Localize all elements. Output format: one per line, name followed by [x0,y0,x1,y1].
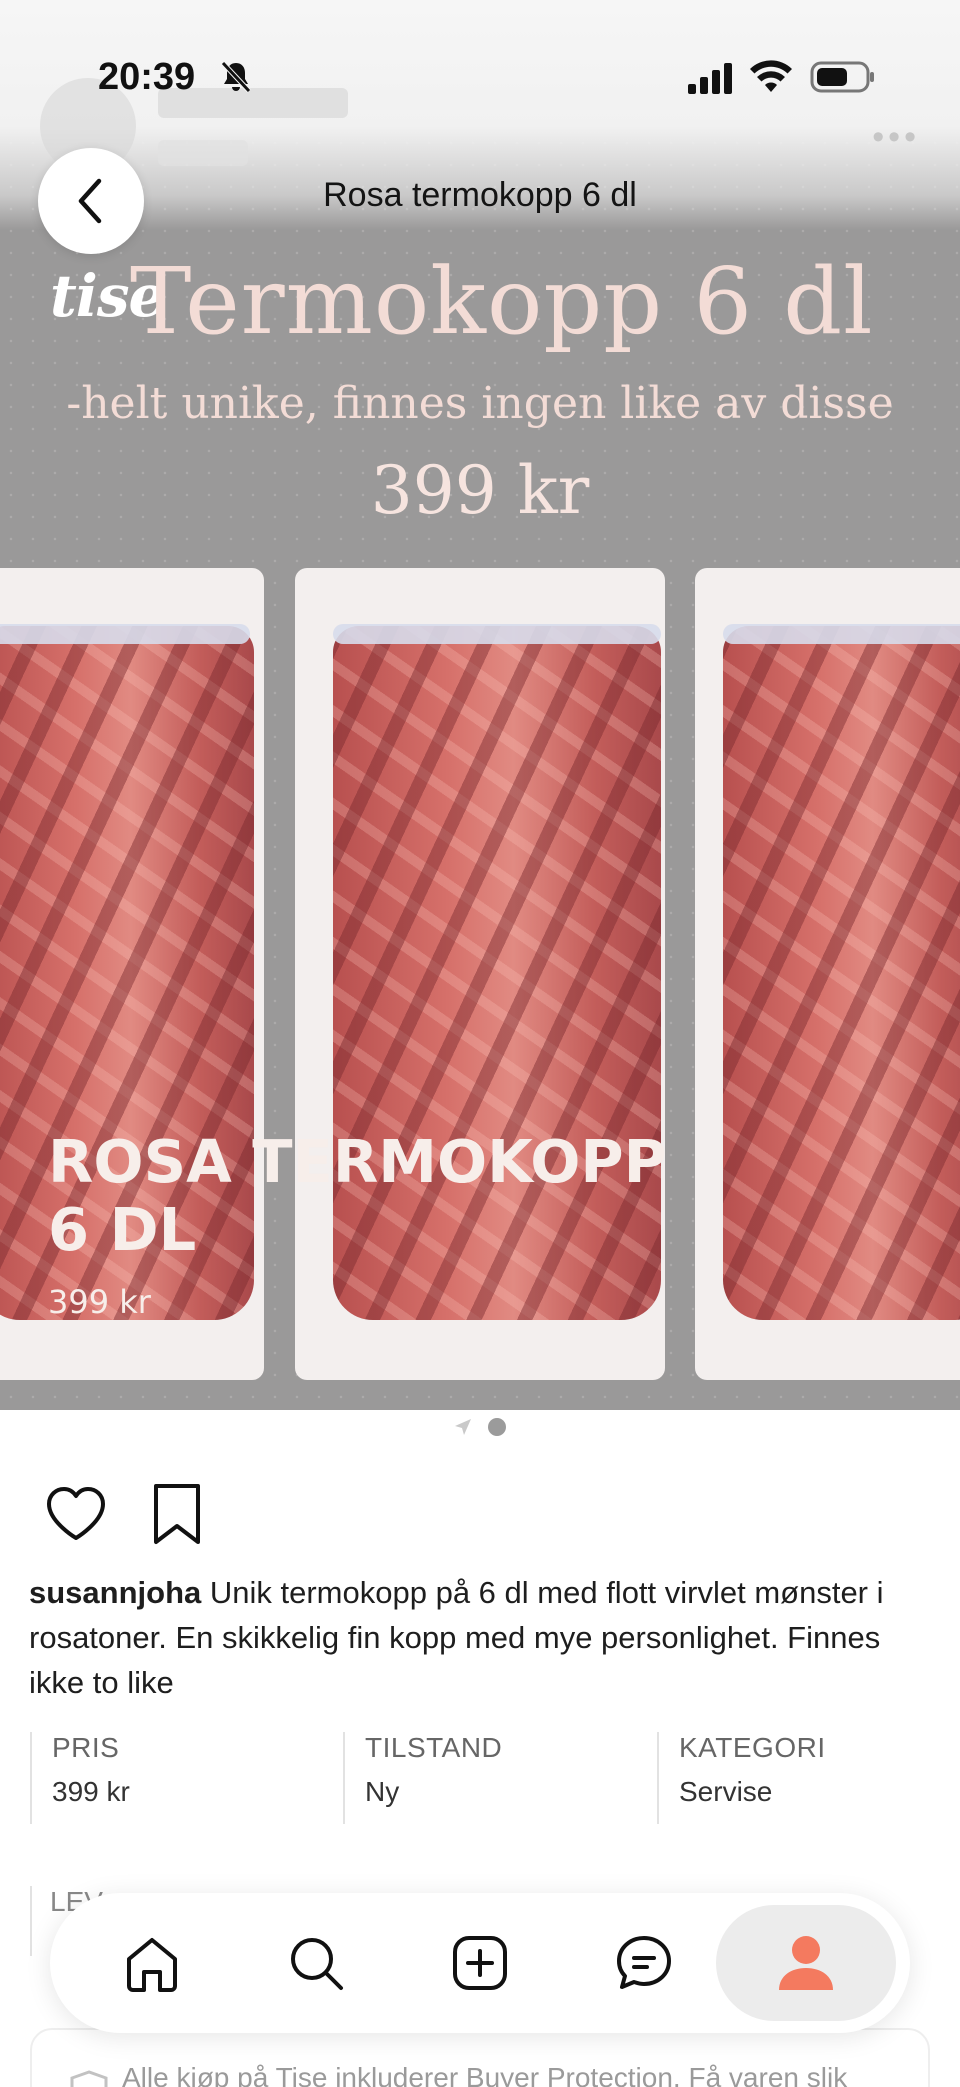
cup-lid-middle [333,624,661,644]
add-icon [453,1936,507,1990]
profile-icon [779,1936,833,1990]
location-arrow-icon [455,1419,471,1435]
chat-icon [617,1936,671,1989]
buyer-protection-text: Alle kjøp på Tise inkluderer Buyer Prote… [122,2062,848,2087]
battery-icon [810,61,874,93]
cup-lid-left [0,624,250,644]
overlay-title: ROSA TERMOKOPP 6 DL [48,1127,667,1264]
detail-label: KATEGORI [679,1732,826,1763]
detail-price: PRIS 399 kr [30,1732,343,1824]
banner-price: 399 kr [370,452,590,529]
tab-search[interactable] [276,1923,356,2003]
home-icon [127,1938,177,1992]
bottom-tab-bar [50,1893,910,2033]
more-icon: ••• [872,118,920,156]
cup-right [723,626,960,1320]
detail-value: 399 kr [52,1776,130,1807]
seller-username[interactable]: susannjoha [29,1575,201,1610]
heart-icon[interactable] [44,1484,108,1544]
detail-value: Servise [679,1776,773,1807]
detail-label: PRIS [52,1732,120,1763]
detail-label: TILSTAND [365,1732,503,1763]
overlay-price: 399 kr [48,1283,151,1321]
tab-messages[interactable] [604,1923,684,2003]
seller-sub-faded [158,140,248,166]
detail-category[interactable]: KATEGORI Servise [657,1732,957,1824]
cup-photo-right [695,568,960,1380]
banner-title: Termokopp 6 dl [130,248,874,355]
detail-value: Ny [365,1776,400,1807]
tab-home[interactable] [112,1923,192,2003]
status-time: 20:39 [98,56,196,98]
bookmark-icon[interactable] [150,1482,204,1546]
detail-condition: TILSTAND Ny [343,1732,656,1824]
shield-icon [70,2070,108,2087]
item-description: susannjoha Unik termokopp på 6 dl med fl… [29,1570,939,1705]
tab-profile[interactable] [716,1905,896,2021]
banner-subtitle: -helt unike, finnes ingen like av disse [66,378,894,429]
cup-lid-right [723,624,960,644]
search-icon [291,1938,343,1990]
page-title: Rosa termokopp 6 dl [323,176,637,214]
image-pagination[interactable] [0,1418,960,1436]
tab-add-listing[interactable] [440,1923,520,2003]
wifi-icon [750,60,792,92]
page-dot-active[interactable] [488,1418,506,1436]
bell-off-icon [221,61,251,93]
signal-icon [688,63,732,94]
